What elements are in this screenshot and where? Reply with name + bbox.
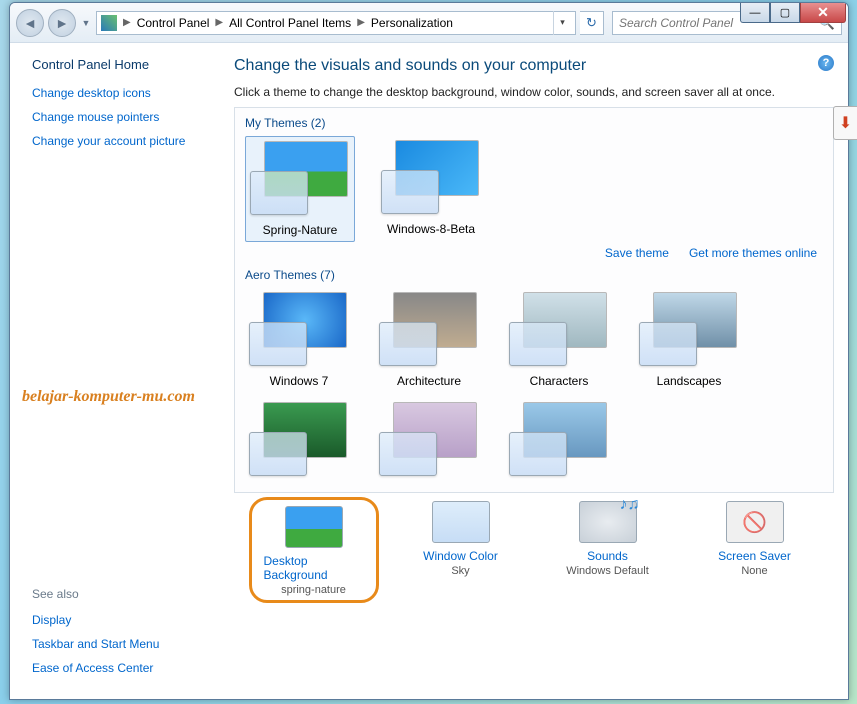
personalization-window: — ▢ ✕ ◄ ► ▼ ▶ Control Panel ▶ All Contro… xyxy=(9,2,849,700)
aero-themes-row: Windows 7 Architecture Characters Landsc… xyxy=(245,288,823,392)
screen-saver-icon xyxy=(726,501,784,543)
chevron-right-icon: ▶ xyxy=(213,17,225,28)
bb-title: Desktop Background xyxy=(264,554,364,582)
address-dropdown[interactable]: ▾ xyxy=(553,11,571,35)
theme-characters[interactable]: Characters xyxy=(505,288,613,392)
main-content: ? Change the visuals and sounds on your … xyxy=(220,43,848,699)
forward-button[interactable]: ► xyxy=(48,9,76,37)
body: Control Panel Home Change desktop icons … xyxy=(10,43,848,699)
breadcrumb-all-items[interactable]: All Control Panel Items xyxy=(225,16,355,30)
theme-landscapes[interactable]: Landscapes xyxy=(635,288,743,392)
bb-sub: Sky xyxy=(451,565,469,577)
maximize-button[interactable]: ▢ xyxy=(770,3,800,23)
page-description: Click a theme to change the desktop back… xyxy=(234,85,834,99)
window-color-icon xyxy=(432,501,490,543)
breadcrumb-control-panel[interactable]: Control Panel xyxy=(133,16,214,30)
link-change-mouse-pointers[interactable]: Change mouse pointers xyxy=(32,110,212,124)
theme-label: Windows-8-Beta xyxy=(387,222,475,236)
link-change-desktop-icons[interactable]: Change desktop icons xyxy=(32,86,212,100)
refresh-button[interactable]: ↻ xyxy=(580,11,604,35)
theme-architecture[interactable]: Architecture xyxy=(375,288,483,392)
bb-sub: Windows Default xyxy=(566,565,649,577)
get-more-themes-link[interactable]: Get more themes online xyxy=(689,246,817,260)
sidebar-home[interactable]: Control Panel Home xyxy=(32,57,212,72)
see-also-heading: See also xyxy=(32,587,212,601)
back-button[interactable]: ◄ xyxy=(16,9,44,37)
screen-saver-button[interactable]: Screen Saver None xyxy=(690,501,820,603)
theme-item[interactable] xyxy=(375,398,483,488)
theme-label: Windows 7 xyxy=(270,374,329,388)
aero-themes-heading: Aero Themes (7) xyxy=(245,268,823,282)
bb-title: Window Color xyxy=(423,549,498,563)
address-bar[interactable]: ▶ Control Panel ▶ All Control Panel Item… xyxy=(96,11,576,35)
sidebar: Control Panel Home Change desktop icons … xyxy=(10,43,220,699)
desktop-background-button[interactable]: Desktop Background spring-nature xyxy=(249,497,379,603)
bb-sub: None xyxy=(741,565,767,577)
window-controls: — ▢ ✕ xyxy=(740,3,846,23)
aero-themes-row-2 xyxy=(245,398,823,488)
bb-sub: spring-nature xyxy=(281,584,346,596)
chevron-right-icon: ▶ xyxy=(355,17,367,28)
control-panel-icon xyxy=(101,15,117,31)
toolbar: ◄ ► ▼ ▶ Control Panel ▶ All Control Pane… xyxy=(10,3,848,43)
sounds-icon xyxy=(579,501,637,543)
close-button[interactable]: ✕ xyxy=(800,3,846,23)
link-change-account-picture[interactable]: Change your account picture xyxy=(32,134,212,148)
bottom-settings: Desktop Background spring-nature Window … xyxy=(234,501,834,603)
chevron-right-icon: ▶ xyxy=(121,17,133,28)
my-themes-heading: My Themes (2) xyxy=(245,116,823,130)
theme-label: Spring-Nature xyxy=(263,223,338,237)
nav-history-dropdown[interactable]: ▼ xyxy=(80,9,92,37)
link-ease-of-access[interactable]: Ease of Access Center xyxy=(32,661,212,675)
theme-spring-nature[interactable]: Spring-Nature xyxy=(245,136,355,242)
bb-title: Screen Saver xyxy=(718,549,791,563)
help-icon[interactable]: ? xyxy=(818,55,834,71)
themes-panel: My Themes (2) Spring-Nature Windows-8-Be… xyxy=(234,107,834,493)
theme-label: Architecture xyxy=(397,374,461,388)
link-taskbar-start[interactable]: Taskbar and Start Menu xyxy=(32,637,212,651)
page-title: Change the visuals and sounds on your co… xyxy=(234,57,834,75)
theme-label: Characters xyxy=(530,374,589,388)
window-color-button[interactable]: Window Color Sky xyxy=(396,501,526,603)
close-icon: ✕ xyxy=(817,4,829,21)
breadcrumb-personalization[interactable]: Personalization xyxy=(367,16,457,30)
theme-windows-7[interactable]: Windows 7 xyxy=(245,288,353,392)
theme-actions: Save theme Get more themes online xyxy=(245,246,817,260)
desktop-background-icon xyxy=(285,506,343,548)
theme-label: Landscapes xyxy=(657,374,722,388)
bb-title: Sounds xyxy=(587,549,628,563)
theme-windows-8-beta[interactable]: Windows-8-Beta xyxy=(377,136,485,242)
minimize-button[interactable]: — xyxy=(740,3,770,23)
save-theme-link[interactable]: Save theme xyxy=(605,246,669,260)
link-display[interactable]: Display xyxy=(32,613,212,627)
sounds-button[interactable]: Sounds Windows Default xyxy=(543,501,673,603)
theme-item[interactable] xyxy=(245,398,353,488)
theme-item[interactable] xyxy=(505,398,613,488)
my-themes-row: Spring-Nature Windows-8-Beta xyxy=(245,136,823,242)
extension-badge[interactable]: ⬇ xyxy=(833,106,857,140)
